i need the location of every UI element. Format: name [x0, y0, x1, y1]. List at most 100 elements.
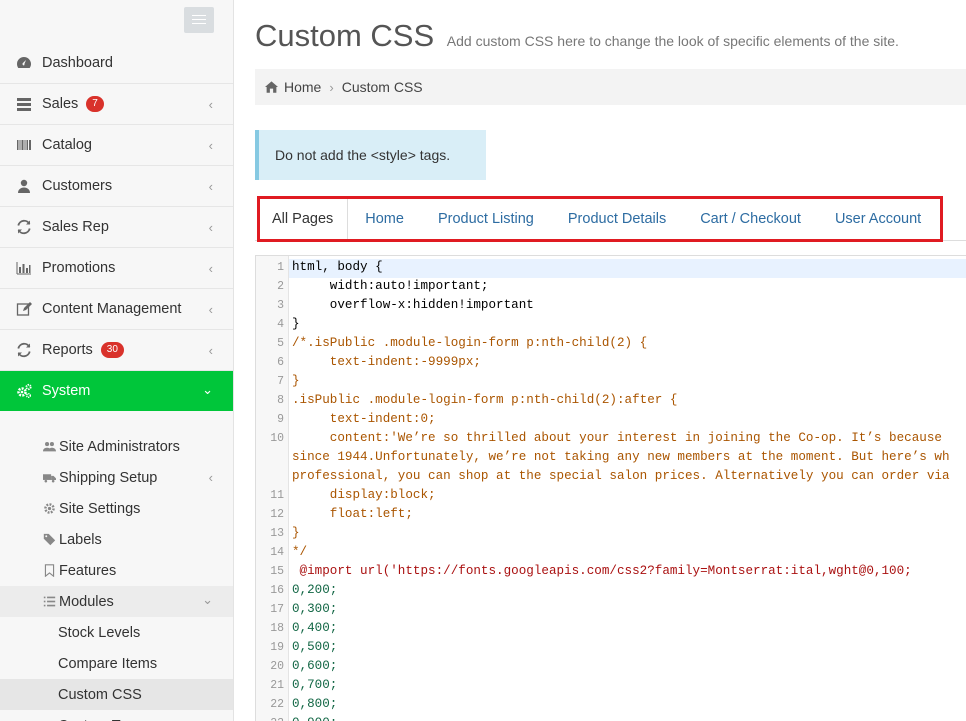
line-number-gutter: 1234567891011121314151617181920212223 — [256, 256, 289, 721]
sidebar-subitem-label: Shipping Setup — [59, 469, 158, 486]
sidebar: Dashboard Sales 7 ‹ Catalog ‹ Customers … — [0, 0, 234, 721]
edit-icon — [15, 300, 33, 318]
page-subtitle: Add custom CSS here to change the look o… — [446, 33, 899, 49]
tab-home[interactable]: Home — [348, 199, 421, 239]
line-number: 11 — [270, 489, 284, 502]
code-line: 0,200; — [292, 583, 338, 597]
chevron-down-icon: ⌄ — [202, 592, 213, 607]
line-number: 3 — [277, 299, 284, 312]
home-icon[interactable] — [265, 81, 278, 93]
sidebar-item-content-management[interactable]: Content Management ‹ — [0, 289, 233, 330]
sidebar-item-promotions[interactable]: Promotions ‹ — [0, 248, 233, 289]
code-line: } — [292, 526, 300, 540]
line-number: 6 — [277, 356, 284, 369]
bookmark-icon — [42, 564, 56, 578]
code-line: since 1944.Unfortunately, we’re not taki… — [292, 450, 950, 464]
code-line: .isPublic .module-login-form p:nth-child… — [292, 393, 678, 407]
line-number: 10 — [270, 432, 284, 445]
sidebar-item-sales-rep[interactable]: Sales Rep ‹ — [0, 207, 233, 248]
sidebar-subitem-site-administrators[interactable]: Site Administrators — [0, 431, 233, 462]
css-code-editor[interactable]: 1234567891011121314151617181920212223 ht… — [255, 255, 966, 721]
sidebar-item-reports[interactable]: Reports 30 ‹ — [0, 330, 233, 371]
sidebar-subitem-label: Labels — [59, 531, 102, 548]
breadcrumb: Home › Custom CSS — [255, 69, 966, 105]
sidebar-item-system[interactable]: System ⌄ — [0, 371, 233, 411]
breadcrumb-home-link[interactable]: Home — [284, 79, 321, 95]
line-number: 21 — [270, 679, 284, 692]
sidebar-item-label: Dashboard — [42, 55, 113, 71]
sidebar-subitem-labels[interactable]: Labels — [0, 524, 233, 555]
code-line: } — [292, 374, 300, 388]
sidebar-menu: Dashboard Sales 7 ‹ Catalog ‹ Customers … — [0, 43, 233, 721]
sidebar-item-label: Promotions — [42, 260, 116, 276]
line-number: 12 — [270, 508, 284, 521]
line-number: 14 — [270, 546, 284, 559]
sidebar-item-customers[interactable]: Customers ‹ — [0, 166, 233, 207]
code-line: 0,900; — [292, 716, 337, 721]
sidebar-subitem-site-settings[interactable]: Site Settings — [0, 493, 233, 524]
line-number: 16 — [270, 584, 284, 597]
code-line: float:left; — [292, 507, 413, 521]
sidebar-item-label: Catalog — [42, 137, 92, 153]
sidebar-item-label: Reports — [42, 342, 93, 358]
sidebar-toggle-button[interactable] — [184, 7, 214, 33]
line-number: 18 — [270, 622, 284, 635]
tab-user-account[interactable]: User Account — [818, 199, 938, 239]
chevron-left-icon: ‹ — [208, 261, 213, 276]
sidebar-item-sales[interactable]: Sales 7 ‹ — [0, 84, 233, 125]
sidebar-item-label: Customers — [42, 178, 113, 194]
page-title-text: Custom CSS — [255, 18, 435, 53]
sidebar-subitem-label: Features — [59, 562, 117, 579]
sidebar-item-dashboard[interactable]: Dashboard — [0, 43, 233, 84]
line-number: 13 — [270, 527, 284, 540]
line-number: 20 — [270, 660, 284, 673]
code-line: 0,500; — [292, 640, 338, 654]
sidebar-module-custom-tags[interactable]: Custom Tags — [0, 710, 233, 721]
code-line: text-indent:0; — [292, 412, 436, 426]
bar-chart-icon — [15, 259, 33, 277]
line-number: 22 — [270, 698, 284, 711]
chevron-left-icon: ‹ — [208, 343, 213, 358]
code-line: text-indent:-9999px; — [292, 355, 481, 369]
sidebar-subitem-shipping-setup[interactable]: Shipping Setup ‹ — [0, 462, 233, 493]
tab-all-pages[interactable]: All Pages — [260, 199, 349, 239]
truck-icon — [42, 471, 56, 485]
sidebar-item-label: Sales Rep — [42, 219, 109, 235]
line-number: 8 — [277, 394, 284, 407]
code-line: display:block; — [292, 488, 436, 502]
sidebar-module-stock-levels[interactable]: Stock Levels — [0, 617, 233, 648]
refresh-icon — [15, 218, 33, 236]
chevron-left-icon: ‹ — [208, 302, 213, 317]
refresh-icon — [15, 341, 33, 359]
cogs-icon — [15, 382, 33, 400]
tab-cart-checkout[interactable]: Cart / Checkout — [683, 199, 818, 239]
sidebar-subitem-features[interactable]: Features — [0, 555, 233, 586]
chevron-right-icon: › — [329, 79, 334, 95]
gear-icon — [42, 502, 56, 516]
sidebar-module-compare-items[interactable]: Compare Items — [0, 648, 233, 679]
code-line: html, body { — [292, 260, 383, 274]
line-number: 19 — [270, 641, 284, 654]
code-line: content:'We’re so thrilled about your in… — [292, 431, 942, 445]
code-line: 0,600; — [292, 659, 338, 673]
line-number: 4 — [277, 318, 284, 331]
code-line: 0,800; — [292, 697, 338, 711]
line-number: 7 — [277, 375, 284, 388]
code-line: 0,700; — [292, 678, 338, 692]
sidebar-module-custom-css[interactable]: Custom CSS — [0, 679, 233, 710]
user-icon — [15, 177, 33, 195]
sidebar-subitem-label: Modules — [59, 593, 114, 610]
line-number: 2 — [277, 280, 284, 293]
code-line: /*.isPublic .module-login-form p:nth-chi… — [292, 336, 648, 350]
sidebar-subitem-modules[interactable]: Modules ⌄ — [0, 586, 233, 617]
code-line: } — [292, 317, 300, 331]
chevron-left-icon: ‹ — [208, 470, 213, 485]
sidebar-subitem-label: Site Administrators — [59, 438, 180, 455]
line-number: 23 — [256, 717, 284, 721]
chevron-down-icon: ⌄ — [202, 382, 213, 397]
sidebar-item-label: Sales — [42, 96, 79, 112]
tab-product-details[interactable]: Product Details — [551, 199, 683, 239]
tab-product-listing[interactable]: Product Listing — [421, 199, 551, 239]
line-number: 17 — [270, 603, 284, 616]
sidebar-item-catalog[interactable]: Catalog ‹ — [0, 125, 233, 166]
